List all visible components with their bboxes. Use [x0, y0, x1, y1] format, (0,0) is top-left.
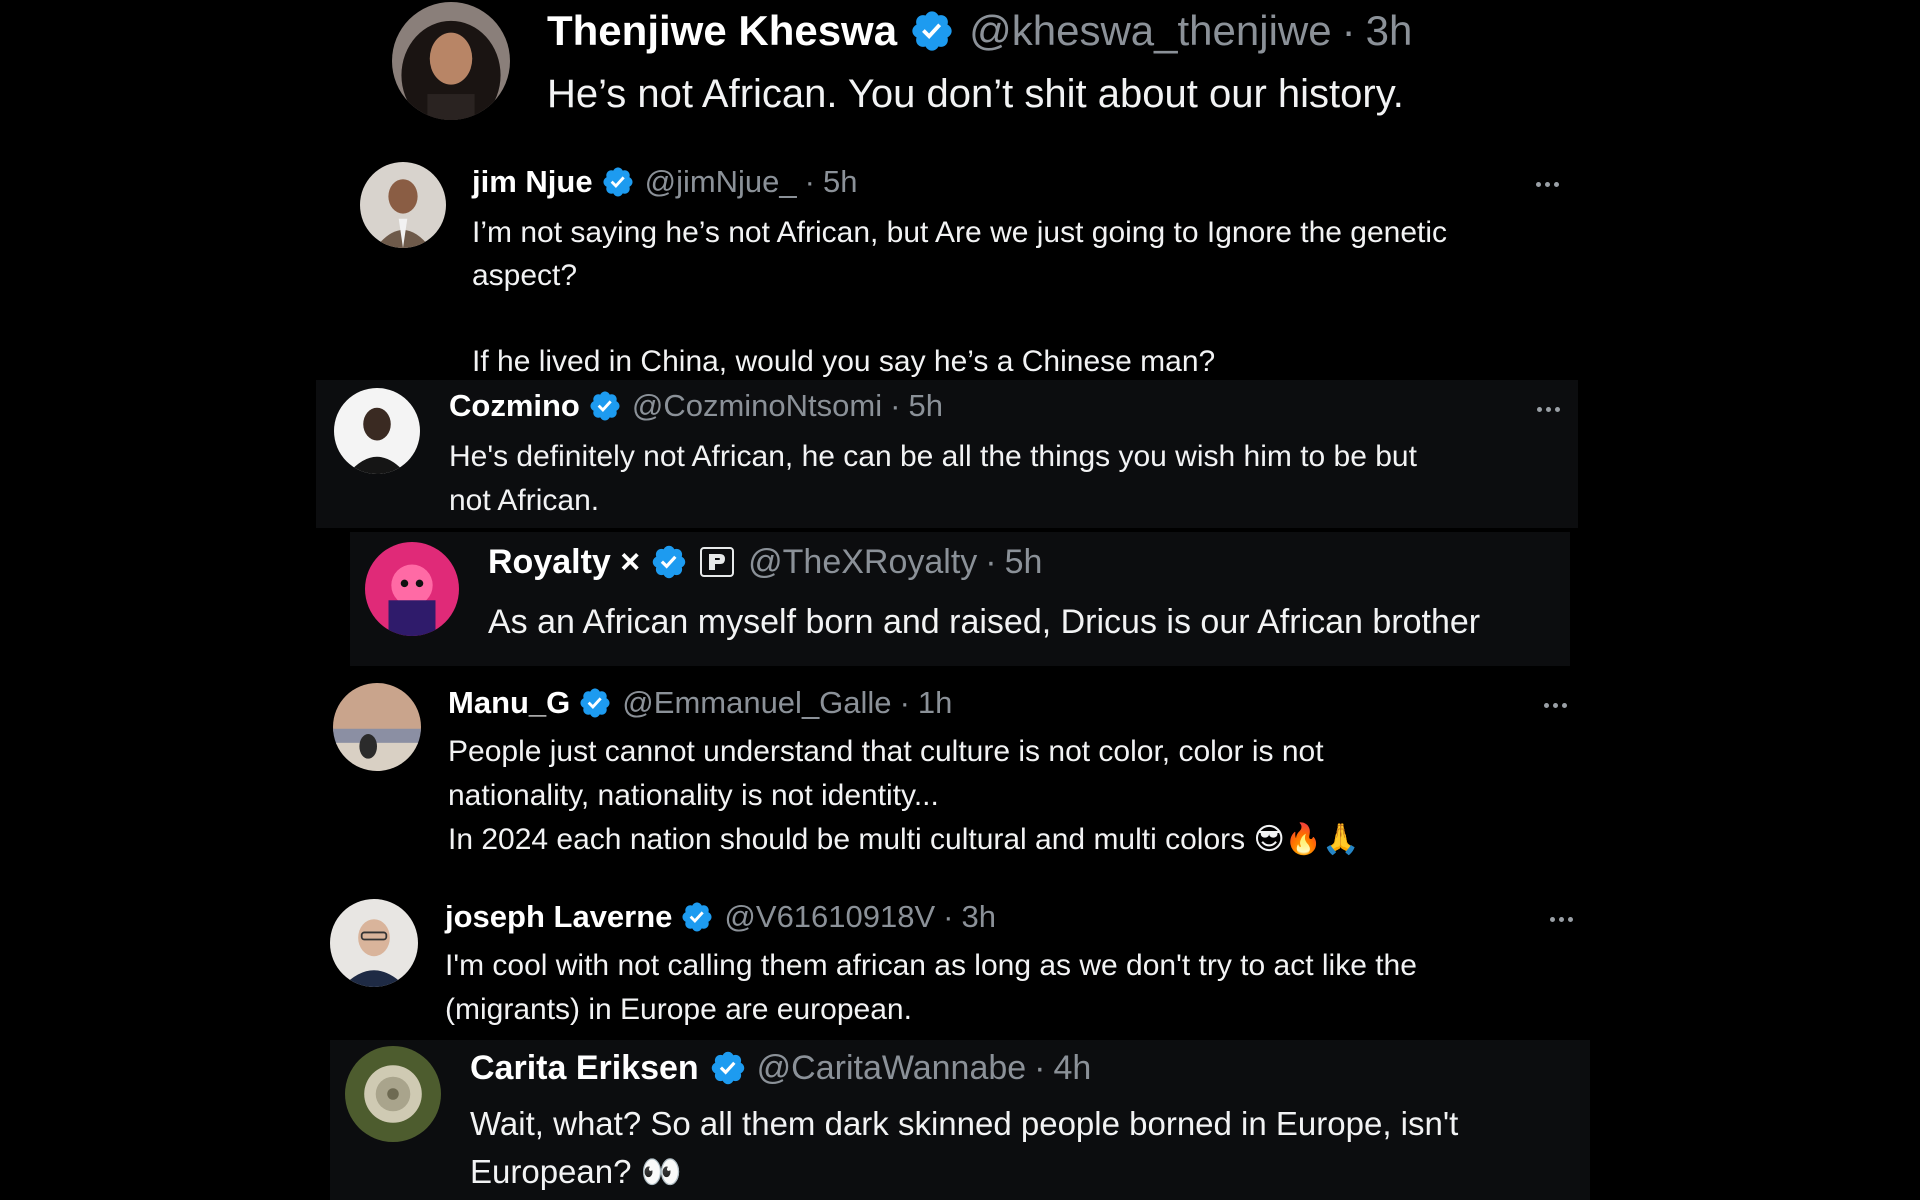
timestamp[interactable]: 3h	[1366, 7, 1413, 55]
avatar[interactable]	[392, 2, 510, 120]
profile-photo-icon	[333, 683, 421, 771]
display-name[interactable]: Manu_G	[448, 685, 570, 721]
separator-dot: ·	[943, 899, 954, 934]
display-name[interactable]: Carita Eriksen	[470, 1049, 699, 1088]
tweet-carita[interactable]: Carita Eriksen @CaritaWannabe · 4h Wait,…	[330, 1040, 1590, 1200]
separator-dot: ·	[899, 685, 910, 720]
separator-dot: ·	[985, 542, 997, 581]
profile-photo-icon	[345, 1046, 441, 1142]
profile-photo-icon	[392, 2, 510, 120]
display-name[interactable]: joseph Laverne	[445, 899, 672, 935]
user-handle[interactable]: @V61610918V	[724, 899, 935, 935]
timestamp[interactable]: 4h	[1054, 1049, 1092, 1088]
avatar[interactable]	[334, 388, 420, 474]
tweet-text: I'm cool with not calling them african a…	[445, 949, 1417, 1026]
profile-photo-icon	[365, 542, 459, 636]
more-options-icon[interactable]	[1550, 917, 1573, 922]
tweet-text: People just cannot understand that cultu…	[448, 735, 1360, 856]
tweet-text: Wait, what? So all them dark skinned peo…	[470, 1105, 1459, 1190]
timestamp[interactable]: 5h	[823, 164, 857, 200]
verified-badge-icon	[709, 1049, 747, 1087]
avatar[interactable]	[365, 542, 459, 636]
separator-dot: ·	[1034, 1048, 1046, 1087]
affiliate-badge-icon[interactable]	[700, 547, 735, 577]
tweet-joseph[interactable]: joseph Laverne @V61610918V · 3h I'm cool…	[320, 895, 1600, 1035]
avatar[interactable]	[330, 899, 418, 987]
more-options-icon[interactable]	[1537, 407, 1560, 412]
tweet-manu[interactable]: Manu_G @Emmanuel_Galle · 1h People just …	[320, 680, 1590, 860]
tweet-jim[interactable]: jim Njue @jimNjue_ · 5h I’m not saying h…	[350, 150, 1590, 378]
timestamp[interactable]: 5h	[1005, 543, 1043, 582]
verified-badge-icon	[578, 686, 612, 720]
user-handle[interactable]: @TheXRoyalty	[748, 543, 977, 582]
more-options-icon[interactable]	[1544, 703, 1567, 708]
user-handle[interactable]: @jimNjue_	[645, 164, 797, 200]
profile-photo-icon	[360, 162, 446, 248]
tweet-text: He's definitely not African, he can be a…	[449, 440, 1417, 517]
tweet-text: He’s not African. You don’t shit about o…	[547, 72, 1404, 116]
display-name[interactable]: jim Njue	[472, 164, 593, 200]
verified-badge-icon	[909, 8, 955, 54]
verified-badge-icon	[588, 389, 622, 423]
display-name[interactable]: Thenjiwe Kheswa	[547, 7, 897, 55]
user-handle[interactable]: @CozminoNtsomi	[632, 388, 882, 424]
avatar[interactable]	[333, 683, 421, 771]
separator-dot: ·	[1341, 7, 1356, 54]
display-name[interactable]: Royalty ×	[488, 543, 640, 582]
tweet-cozmino[interactable]: Cozmino @CozminoNtsomi · 5h He's definit…	[316, 380, 1578, 528]
timestamp[interactable]: 1h	[918, 685, 952, 721]
timestamp[interactable]: 5h	[908, 388, 942, 424]
more-options-icon[interactable]	[1536, 182, 1559, 187]
tweet-royalty[interactable]: Royalty × @TheXRoyalty · 5h As an Africa…	[350, 532, 1570, 666]
tweet-text: I’m not saying he’s not African, but Are…	[472, 216, 1448, 378]
user-handle[interactable]: @kheswa_thenjiwe	[969, 7, 1332, 55]
verified-badge-icon	[601, 165, 635, 199]
separator-dot: ·	[890, 388, 901, 423]
avatar[interactable]	[360, 162, 446, 248]
avatar[interactable]	[345, 1046, 441, 1142]
tweet-thenjiwe[interactable]: Thenjiwe Kheswa @kheswa_thenjiwe · 3h He…	[380, 0, 1580, 125]
verified-badge-icon	[650, 543, 688, 581]
separator-dot: ·	[804, 164, 815, 199]
verified-badge-icon	[680, 900, 714, 934]
tweet-text: As an African myself born and raised, Dr…	[488, 603, 1481, 641]
user-handle[interactable]: @Emmanuel_Galle	[622, 685, 891, 721]
user-handle[interactable]: @CaritaWannabe	[757, 1049, 1027, 1088]
profile-photo-icon	[330, 899, 418, 987]
display-name[interactable]: Cozmino	[449, 388, 580, 424]
timestamp[interactable]: 3h	[962, 899, 996, 935]
profile-photo-icon	[334, 388, 420, 474]
